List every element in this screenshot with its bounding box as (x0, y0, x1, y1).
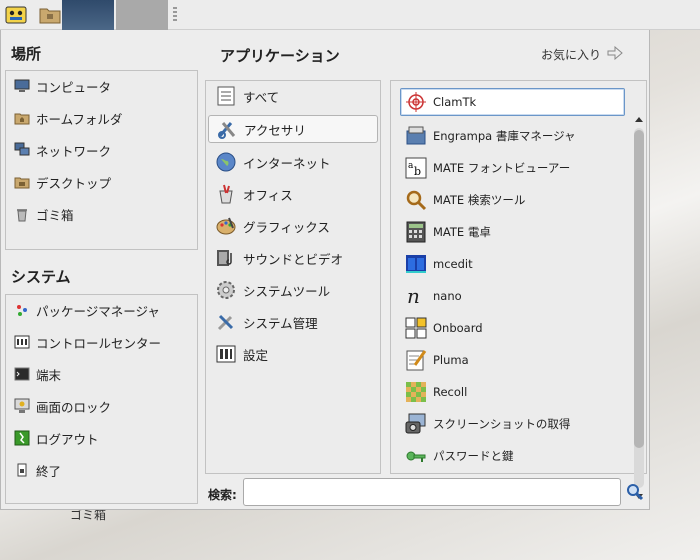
recoll-icon (405, 381, 427, 403)
app-engrampa[interactable]: Engrampa 書庫マネージャ (391, 123, 631, 149)
trash-icon (14, 206, 30, 222)
category-graphics[interactable]: グラフィックス (208, 213, 378, 239)
pluma-editor-icon (405, 349, 427, 371)
system-item-control-center[interactable]: コントロールセンター (6, 329, 197, 355)
office-icon (215, 183, 237, 205)
applications-title: アプリケーション (220, 47, 340, 65)
places-list: コンピュータ ホームフォルダ ネットワーク デスクトップ ゴミ箱 (5, 70, 198, 250)
system-item-shutdown[interactable]: 終了 (6, 457, 197, 483)
control-center-icon (14, 334, 30, 350)
window-thumbnail-icon[interactable] (116, 0, 168, 30)
lock-screen-icon (14, 398, 30, 414)
places-item-computer[interactable]: コンピュータ (6, 73, 197, 99)
logout-icon (14, 430, 30, 446)
app-search-tool[interactable]: MATE 検索ツール (391, 187, 631, 213)
window-thumbnail-icon[interactable] (62, 0, 114, 30)
applications-list: ClamTk Engrampa 書庫マネージャ ab MATE フォントビューア… (390, 80, 647, 474)
search-input[interactable] (243, 478, 621, 506)
system-tools-gear-icon (215, 279, 237, 301)
mcedit-icon (405, 253, 427, 275)
app-recoll[interactable]: Recoll (391, 379, 631, 405)
category-office[interactable]: オフィス (208, 181, 378, 207)
network-icon (14, 142, 30, 158)
search-label: 検索: (208, 488, 237, 502)
system-item-logout[interactable]: ログアウト (6, 425, 197, 451)
app-pluma[interactable]: Pluma (391, 347, 631, 373)
system-title: システム (11, 268, 71, 286)
category-settings[interactable]: 設定 (208, 341, 378, 367)
category-system-tools[interactable]: システムツール (208, 277, 378, 303)
mate-menu-icon[interactable] (4, 3, 28, 27)
svg-text:b: b (414, 165, 421, 178)
clamtk-target-icon (405, 91, 427, 113)
app-passwords-keys[interactable]: パスワードと鍵 (391, 443, 631, 469)
sound-video-icon (215, 247, 237, 269)
application-menu: 場所 コンピュータ ホームフォルダ ネットワーク デスクトップ ゴミ箱 システム… (0, 30, 650, 510)
places-item-trash[interactable]: ゴミ箱 (6, 201, 197, 227)
system-item-package-manager[interactable]: パッケージマネージャ (6, 297, 197, 323)
system-admin-tools-icon (215, 311, 237, 333)
system-item-terminal[interactable]: 端末 (6, 361, 197, 387)
places-item-network[interactable]: ネットワーク (6, 137, 197, 163)
category-internet[interactable]: インターネット (208, 149, 378, 175)
arrow-right-icon (607, 45, 623, 63)
system-list: パッケージマネージャ コントロールセンター 端末 画面のロック ログアウト 終了 (5, 294, 198, 504)
app-mcedit[interactable]: mcedit (391, 251, 631, 277)
svg-text:n: n (407, 285, 420, 307)
nano-icon: n (405, 284, 427, 308)
category-sound-video[interactable]: サウンドとビデオ (208, 245, 378, 271)
passwords-keys-icon (405, 445, 427, 467)
shutdown-icon (14, 462, 30, 478)
internet-globe-icon (215, 151, 237, 173)
font-viewer-icon: ab (405, 157, 427, 179)
search-icon[interactable] (626, 483, 644, 501)
panel-drag-handle[interactable] (173, 7, 177, 23)
favorites-button[interactable]: お気に入り (541, 45, 623, 63)
categories-list: すべて アクセサリ インターネット オフィス グラフィックス サウンドとビデオ … (205, 80, 381, 474)
search-tool-icon (405, 189, 427, 211)
terminal-icon (14, 366, 30, 382)
screenshot-icon (405, 413, 427, 435)
app-screenshot[interactable]: スクリーンショットの取得 (391, 411, 631, 437)
category-accessories[interactable]: アクセサリ (208, 115, 378, 143)
places-title: 場所 (11, 45, 42, 63)
category-all[interactable]: すべて (208, 83, 378, 109)
desktop-folder-icon (14, 174, 30, 190)
graphics-palette-icon (215, 215, 237, 237)
settings-icon (215, 343, 237, 365)
onboard-keyboard-icon (405, 317, 427, 339)
places-item-home[interactable]: ホームフォルダ (6, 105, 197, 131)
category-system-admin[interactable]: システム管理 (208, 309, 378, 335)
applications-scrollbar[interactable] (632, 114, 646, 502)
package-manager-icon (14, 302, 30, 318)
computer-icon (14, 78, 30, 94)
top-panel (0, 0, 700, 30)
app-clamtk[interactable]: ClamTk (400, 88, 625, 116)
archive-manager-icon (405, 125, 427, 147)
app-font-viewer[interactable]: ab MATE フォントビューアー (391, 155, 631, 181)
accessories-icon (216, 118, 238, 140)
all-apps-icon (215, 85, 237, 107)
folder-icon[interactable] (38, 3, 62, 27)
favorites-label: お気に入り (541, 48, 602, 62)
calculator-icon (405, 221, 427, 243)
app-onboard[interactable]: Onboard (391, 315, 631, 341)
app-nano[interactable]: n nano (391, 283, 631, 309)
home-folder-icon (14, 110, 30, 126)
system-item-lock-screen[interactable]: 画面のロック (6, 393, 197, 419)
app-calculator[interactable]: MATE 電卓 (391, 219, 631, 245)
places-item-desktop[interactable]: デスクトップ (6, 169, 197, 195)
